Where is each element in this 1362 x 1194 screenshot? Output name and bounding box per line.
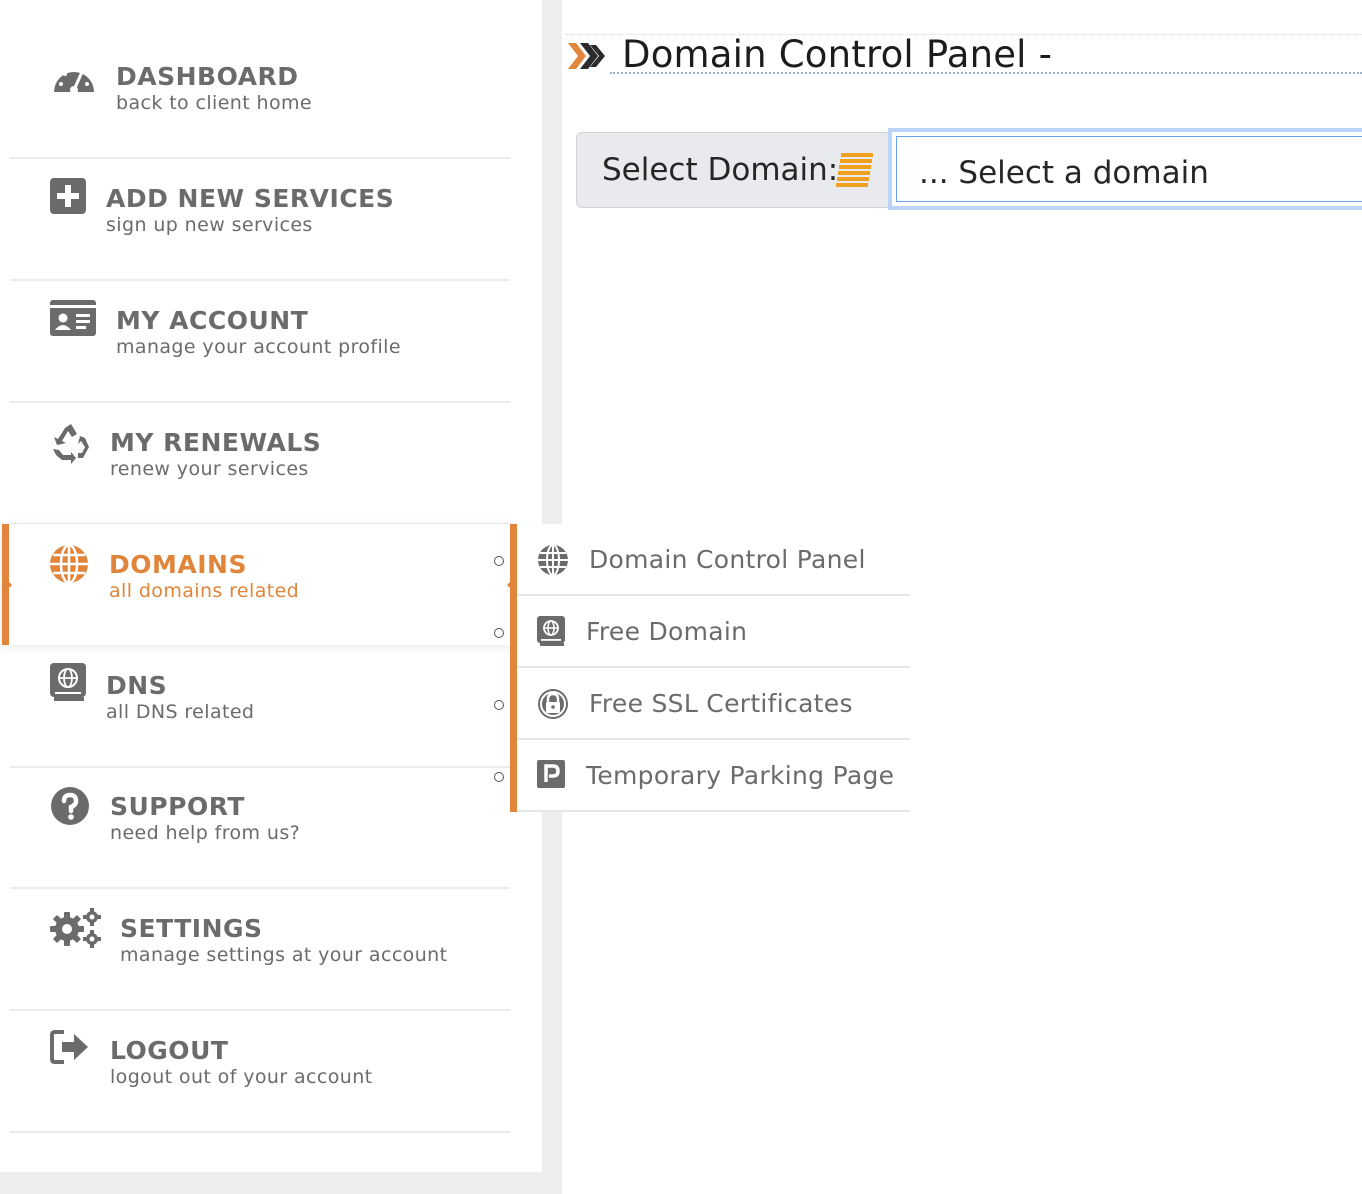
submenu-item-label: Domain Control Panel (589, 545, 866, 574)
recycle-icon (50, 422, 98, 470)
sidebar-item-domains[interactable]: DOMAINS all domains related (2, 524, 517, 645)
select-domain-group: Select Domain: ... Select a domain (576, 128, 1362, 210)
title-underline (610, 72, 1362, 74)
sidebar-item-title: DOMAINS (109, 550, 247, 579)
question-circle-icon (50, 786, 98, 834)
submenu-bullet (494, 628, 504, 638)
submenu-item-label: Free Domain (586, 617, 748, 646)
sign-out-icon (50, 1030, 98, 1078)
sidebar-item-my-account[interactable]: MY ACCOUNT manage your account profile (10, 280, 510, 403)
id-card-icon (50, 300, 98, 348)
sidebar-item-support[interactable]: SUPPORT need help from us? (10, 766, 510, 889)
bottom-strip (0, 1172, 562, 1194)
sidebar-item-dashboard[interactable]: DASHBOARD back to client home (10, 36, 510, 159)
gears-icon (50, 908, 101, 956)
domains-submenu: Domain Control Panel Free Domain Free SS… (517, 524, 910, 812)
submenu-bullet (494, 700, 504, 710)
domain-select-value: ... Select a domain (919, 155, 1209, 191)
globe-icon (537, 544, 569, 576)
sidebar-item-title: SUPPORT (110, 792, 245, 821)
plus-square-icon (50, 178, 98, 226)
active-indicator-arrow (2, 575, 12, 595)
submenu-item-label: Temporary Parking Page (586, 761, 895, 790)
sidebar-item-title: ADD NEW SERVICES (106, 184, 395, 213)
select-domain-label: Select Domain: (602, 152, 839, 188)
sidebar-item-subtitle: all DNS related (106, 701, 255, 723)
submenu-item-label: Free SSL Certificates (589, 689, 853, 718)
page-header: Domain Control Panel - (566, 33, 1362, 76)
submenu-accent-bar (510, 524, 517, 812)
sidebar: DASHBOARD back to client home ADD NEW SE… (0, 0, 542, 1172)
sidebar-item-title: DNS (106, 671, 168, 700)
sidebar-item-subtitle: renew your services (110, 458, 309, 480)
sidebar-item-subtitle: back to client home (116, 92, 312, 114)
sidebar-item-subtitle: all domains related (109, 580, 300, 602)
sidebar-item-title: DASHBOARD (116, 62, 299, 91)
sidebar-item-subtitle: need help from us? (110, 822, 301, 844)
parking-icon (537, 760, 569, 792)
sidebar-item-subtitle: sign up new services (106, 214, 313, 236)
globe-icon (49, 543, 97, 592)
domain-select[interactable]: ... Select a domain (888, 128, 1362, 210)
double-chevron-icon (566, 39, 608, 73)
sidebar-item-dns[interactable]: DNS all DNS related (10, 645, 510, 768)
submenu-item-free-ssl-certificates[interactable]: Free SSL Certificates (517, 668, 910, 740)
lock-circle-icon (537, 688, 569, 720)
sidebar-item-add-new-services[interactable]: ADD NEW SERVICES sign up new services (10, 158, 510, 281)
stack-icon (835, 151, 875, 191)
sidebar-item-subtitle: logout out of your account (110, 1066, 373, 1088)
domain-select-inner: ... Select a domain (896, 136, 1362, 202)
submenu-item-temporary-parking-page[interactable]: Temporary Parking Page (517, 740, 910, 812)
sidebar-item-title: MY RENEWALS (110, 428, 322, 457)
sidebar-item-settings[interactable]: SETTINGS manage settings at your account (10, 888, 510, 1011)
sidebar-item-title: SETTINGS (120, 914, 263, 943)
dashboard-gauge-icon (50, 56, 98, 104)
select-domain-label-box: Select Domain: (576, 132, 890, 208)
sidebar-item-logout[interactable]: LOGOUT logout out of your account (10, 1010, 510, 1133)
sidebar-item-subtitle: manage your account profile (116, 336, 401, 358)
sidebar-item-title: LOGOUT (110, 1036, 229, 1065)
submenu-item-free-domain[interactable]: Free Domain (517, 596, 910, 668)
sidebar-item-title: MY ACCOUNT (116, 306, 309, 335)
page-title: Domain Control Panel - (622, 33, 1053, 76)
submenu-item-domain-control-panel[interactable]: Domain Control Panel (517, 524, 910, 596)
globe-book-icon (537, 616, 569, 648)
dns-book-icon (50, 663, 98, 711)
submenu-bullet (494, 772, 504, 782)
sidebar-item-my-renewals[interactable]: MY RENEWALS renew your services (10, 402, 510, 525)
submenu-bullet (494, 556, 504, 566)
sidebar-item-subtitle: manage settings at your account (120, 944, 448, 966)
